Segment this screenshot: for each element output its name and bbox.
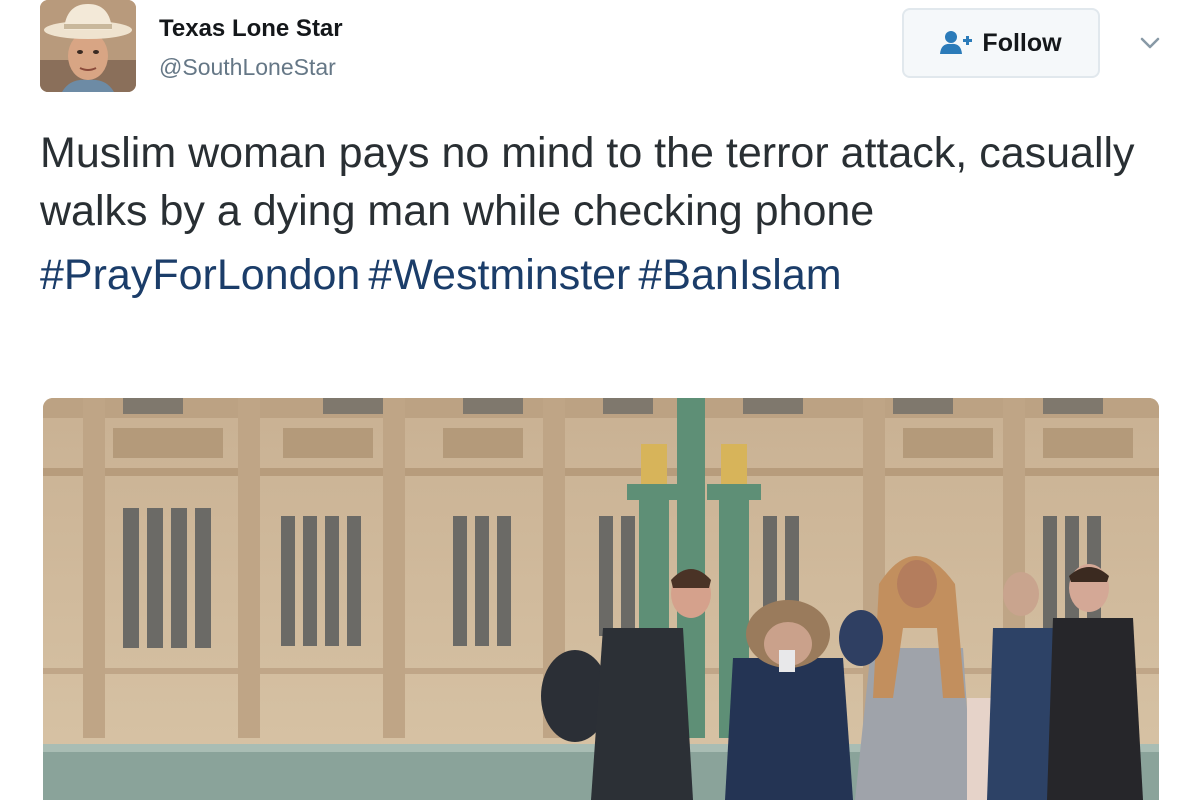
- tweet-body: Muslim woman pays no mind to the terror …: [40, 129, 1135, 235]
- follow-button[interactable]: Follow: [902, 8, 1100, 78]
- avatar[interactable]: [40, 0, 136, 92]
- add-user-icon: [940, 31, 973, 54]
- follow-label: Follow: [982, 28, 1062, 57]
- tweet-photo[interactable]: [43, 398, 1159, 800]
- hashtag-link[interactable]: #PrayForLondon: [40, 251, 360, 299]
- tweet-text: Muslim woman pays no mind to the terror …: [40, 124, 1160, 304]
- hashtag-link[interactable]: #Westminster: [368, 251, 630, 299]
- chevron-down-icon: [1140, 37, 1160, 49]
- display-name[interactable]: Texas Lone Star: [159, 14, 343, 44]
- tweet: Texas Lone Star @SouthLoneStar Follow Mu…: [0, 0, 1200, 800]
- tweet-menu-button[interactable]: [1134, 30, 1166, 56]
- avatar-image: [40, 0, 136, 92]
- hashtag-link[interactable]: #BanIslam: [638, 251, 841, 299]
- author-info[interactable]: Texas Lone Star @SouthLoneStar: [159, 14, 343, 82]
- hashtag-list: #PrayForLondon #Westminster #BanIslam: [40, 246, 1160, 304]
- photo-image: [43, 398, 1159, 800]
- user-handle[interactable]: @SouthLoneStar: [159, 52, 343, 82]
